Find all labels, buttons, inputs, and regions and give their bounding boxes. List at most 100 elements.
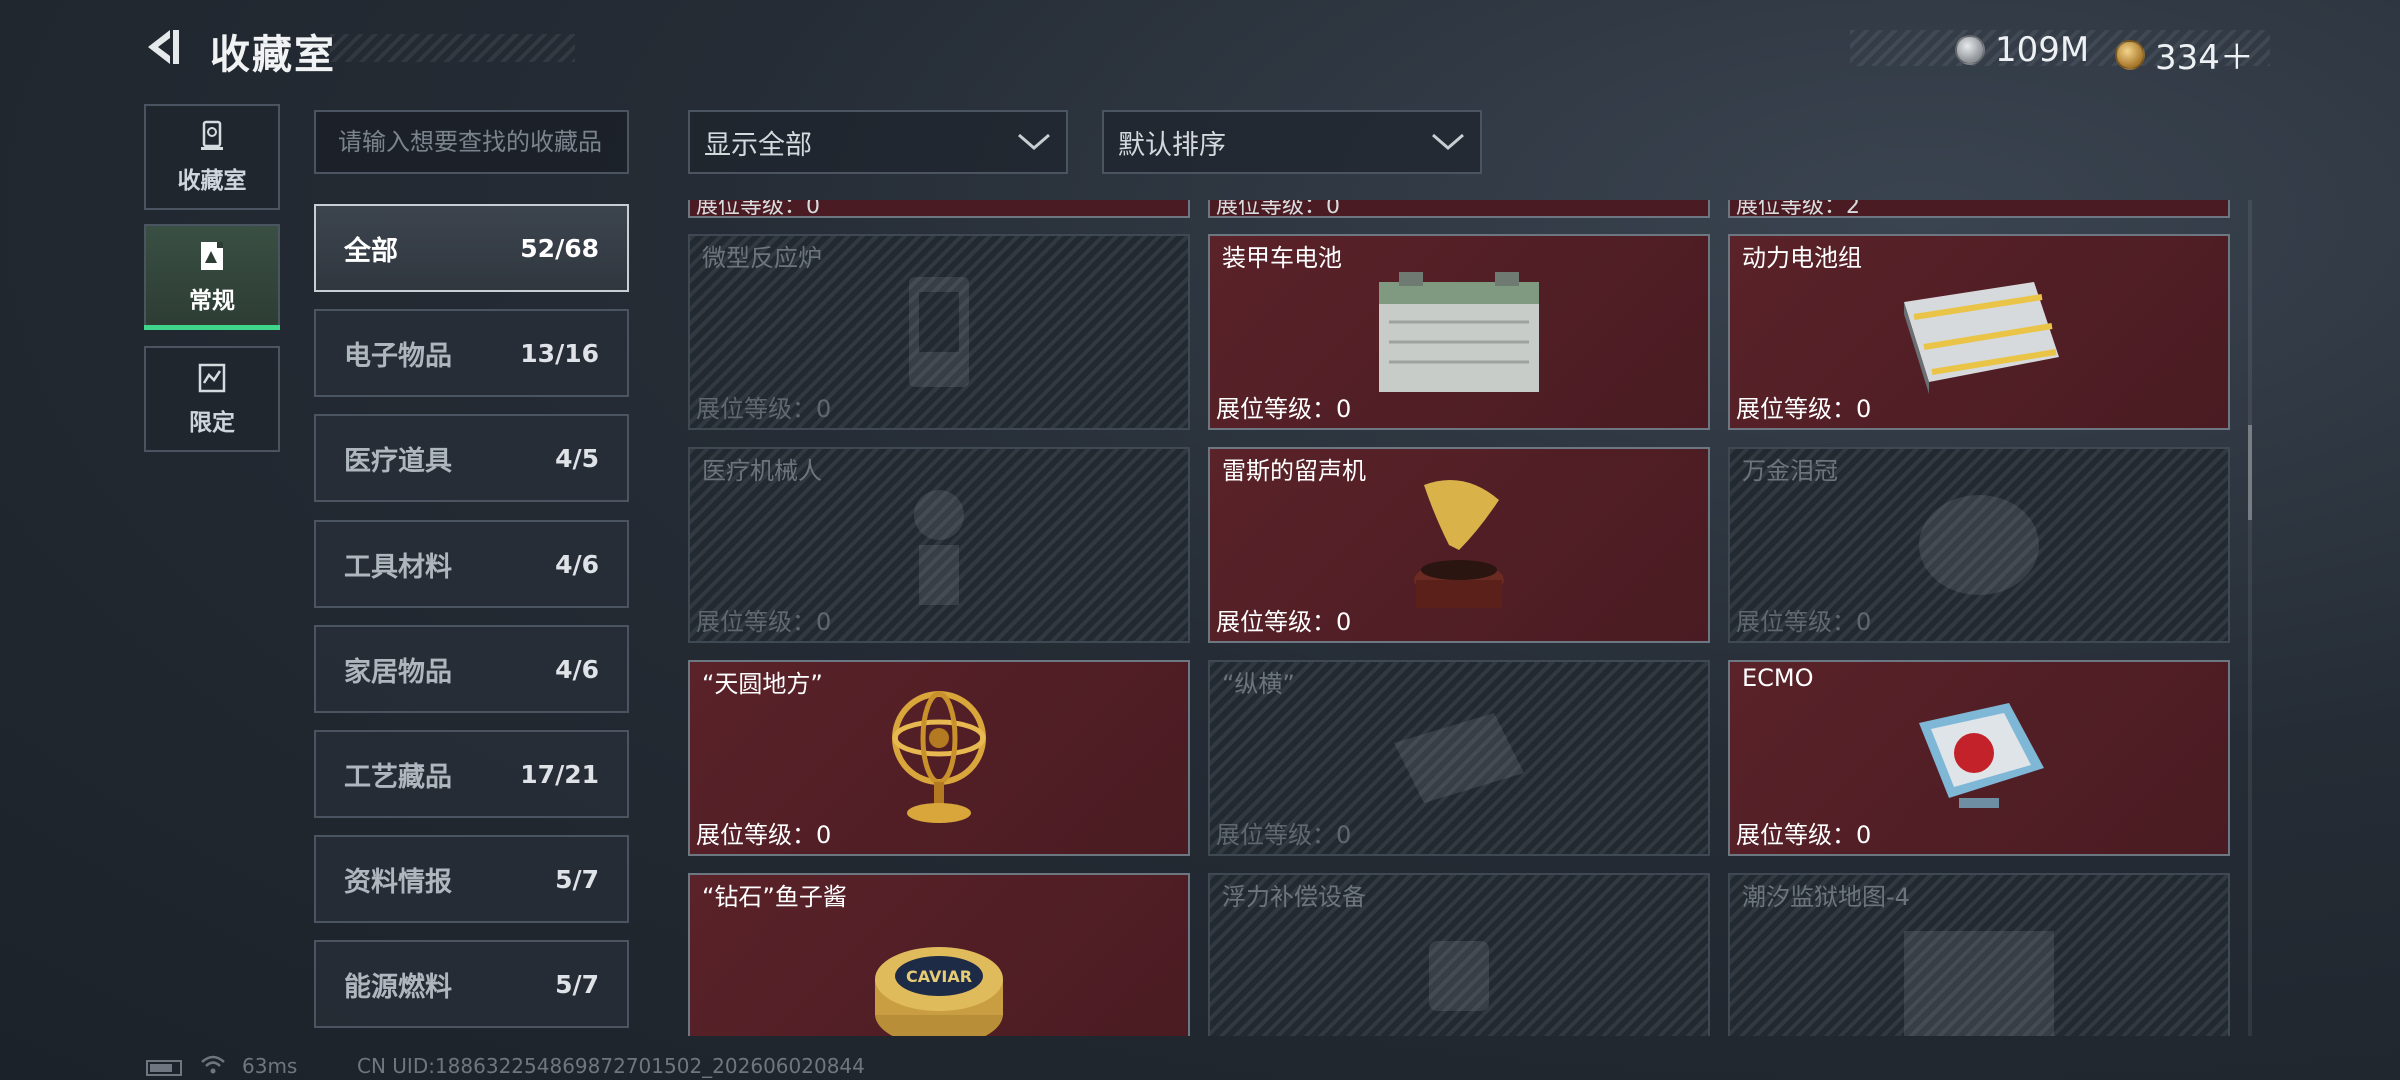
nav-collection-room[interactable]: 收藏室 <box>144 104 280 210</box>
collection-card-partial[interactable]: 展位等级：2 <box>1728 200 2230 219</box>
category-electronics[interactable]: 电子物品 13/16 <box>314 309 629 397</box>
card-name: 动力电池组 <box>1742 244 1862 272</box>
back-arrow-icon <box>148 30 179 64</box>
collection-card-bcd[interactable]: 浮力补偿设备 <box>1208 873 1710 1036</box>
currency-bar: 109M 334＋ <box>1850 30 2270 78</box>
map-icon <box>1904 931 2054 1036</box>
card-name: “钻石”鱼子酱 <box>702 883 847 911</box>
card-level-value: 0 <box>816 608 832 636</box>
wifi-icon <box>201 1055 225 1074</box>
card-level-label: 展位等级： <box>696 608 816 636</box>
category-count: 5/7 <box>555 864 599 894</box>
collection-card-micro-reactor[interactable]: 微型反应炉 展位等级：0 <box>688 234 1190 430</box>
collection-card-tide-prison-map[interactable]: 潮汐监狱地图-4 <box>1728 873 2230 1036</box>
battery-icon <box>146 1060 182 1076</box>
card-level: 展位等级：0 <box>696 389 831 424</box>
card-name: 万金泪冠 <box>1742 457 1838 485</box>
category-household[interactable]: 家居物品 4/6 <box>314 625 629 713</box>
battery-pack-icon <box>1904 282 2059 394</box>
limited-icon <box>198 363 226 393</box>
search-box <box>314 110 629 174</box>
category-name: 工具材料 <box>344 551 452 583</box>
category-name: 家居物品 <box>344 656 452 688</box>
bcd-icon <box>1429 941 1489 1011</box>
collection-card-partial[interactable]: 展位等级：0 <box>1208 200 1710 219</box>
category-intel[interactable]: 资料情报 5/7 <box>314 835 629 923</box>
category-name: 全部 <box>344 235 398 267</box>
nav-regular[interactable]: 常规 <box>144 224 280 330</box>
category-medical[interactable]: 医疗道具 4/5 <box>314 414 629 502</box>
card-level: 展位等级：0 <box>1736 602 1871 637</box>
card-level: 展位等级：0 <box>1736 389 1871 424</box>
category-tools[interactable]: 工具材料 4/6 <box>314 520 629 608</box>
category-name: 电子物品 <box>344 340 452 372</box>
sort-value: 默认排序 <box>1118 129 1226 161</box>
header: 收藏室 109M 334＋ <box>0 0 2400 100</box>
scrollbar-thumb[interactable] <box>2248 425 2252 520</box>
chevron-down-icon <box>1432 133 1464 150</box>
card-level-label: 展位等级： <box>1736 395 1856 423</box>
nav-regular-label: 常规 <box>189 288 235 314</box>
currency-gold-value: 334＋ <box>2155 38 2254 78</box>
card-level: 展位等级：0 <box>1216 602 1351 637</box>
currency-silver-value: 109M <box>1995 30 2090 70</box>
card-name: 装甲车电池 <box>1222 244 1342 272</box>
collection-card-zongheng[interactable]: “纵横” 展位等级：0 <box>1208 660 1710 856</box>
category-count: 17/21 <box>520 759 599 789</box>
nav-limited[interactable]: 限定 <box>144 346 280 452</box>
card-level-label: 展位等级： <box>1216 608 1336 636</box>
category-count: 4/6 <box>555 549 599 579</box>
collection-card-armored-battery[interactable]: 装甲车电池 展位等级：0 <box>1208 234 1710 430</box>
armillary-icon <box>892 691 986 823</box>
category-count: 5/7 <box>555 969 599 999</box>
display-filter-value: 显示全部 <box>704 129 812 161</box>
search-input[interactable] <box>316 112 627 172</box>
card-level-label: 展位等级： <box>696 395 816 423</box>
collection-card-ecmo[interactable]: ECMO 展位等级：0 <box>1728 660 2230 856</box>
card-level-value: 0 <box>1336 395 1352 423</box>
ecmo-icon <box>1919 703 2044 808</box>
currency-silver: 109M <box>1955 30 2089 70</box>
card-level-value: 0 <box>1336 608 1352 636</box>
gold-coin-icon <box>2115 39 2145 70</box>
card-level-label: 展位等级： <box>1216 821 1336 849</box>
crown-icon <box>1919 495 2039 595</box>
collection-card-power-battery-pack[interactable]: 动力电池组 展位等级：0 <box>1728 234 2230 430</box>
category-all[interactable]: 全部 52/68 <box>314 204 629 292</box>
collection-card-crown[interactable]: 万金泪冠 展位等级：0 <box>1728 447 2230 643</box>
card-level-value: 0 <box>816 821 832 849</box>
card-level-value: 0 <box>816 395 832 423</box>
sort-dropdown[interactable]: 默认排序 <box>1102 110 1482 174</box>
category-crafts[interactable]: 工艺藏品 17/21 <box>314 730 629 818</box>
card-level-label: 展位等级： <box>1736 821 1856 849</box>
collection-card-gramophone[interactable]: 雷斯的留声机 展位等级：0 <box>1208 447 1710 643</box>
collection-card-medical-robot[interactable]: 医疗机械人 展位等级：0 <box>688 447 1190 643</box>
nav-limited-label: 限定 <box>189 410 235 436</box>
category-energy[interactable]: 能源燃料 5/7 <box>314 940 629 1028</box>
reactor-icon <box>909 277 969 387</box>
document-icon <box>201 242 223 270</box>
card-level: 展位等级：0 <box>696 602 831 637</box>
category-name: 资料情报 <box>344 866 452 898</box>
collection-card-armillary[interactable]: “天圆地方” 展位等级：0 <box>688 660 1190 856</box>
chevron-down-icon <box>1018 133 1050 150</box>
collection-card-partial[interactable]: 展位等级：0 <box>688 200 1190 219</box>
display-filter-dropdown[interactable]: 显示全部 <box>688 110 1068 174</box>
back-button[interactable] <box>140 24 186 70</box>
category-count: 4/6 <box>555 654 599 684</box>
card-name: “天圆地方” <box>702 670 823 698</box>
trophy-icon <box>201 120 223 150</box>
collection-card-caviar[interactable]: CAVIAR “钻石”鱼子酱 <box>688 873 1190 1036</box>
category-name: 工艺藏品 <box>344 761 452 793</box>
board-icon <box>1394 713 1524 803</box>
card-level-value: 0 <box>1856 821 1872 849</box>
gramophone-icon <box>1414 480 1504 608</box>
category-count: 4/5 <box>555 443 599 473</box>
card-name: 雷斯的留声机 <box>1222 457 1366 485</box>
scrollbar-track[interactable] <box>2248 200 2252 1036</box>
card-level: 展位等级：0 <box>696 815 831 850</box>
silver-coin-icon <box>1955 35 1985 65</box>
category-count: 13/16 <box>520 338 599 368</box>
caviar-icon: CAVIAR <box>875 947 1003 1036</box>
currency-gold[interactable]: 334＋ <box>2115 30 2254 79</box>
